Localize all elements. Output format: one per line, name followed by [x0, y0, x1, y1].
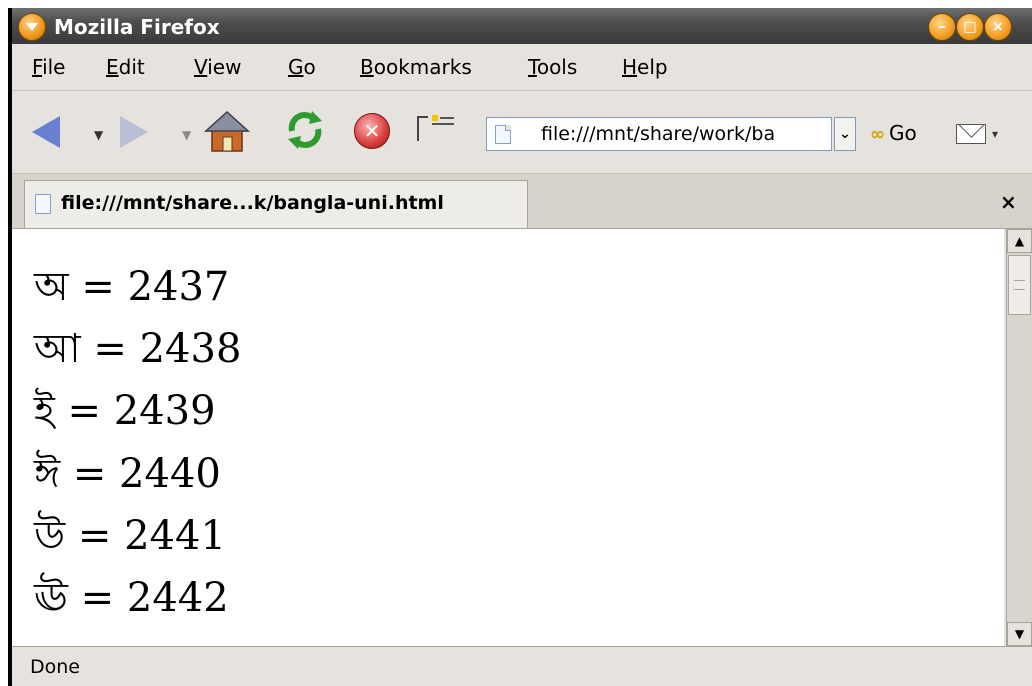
scroll-down-button[interactable]: ▼: [1007, 622, 1032, 646]
minimize-icon: –: [938, 19, 946, 35]
home-icon[interactable]: [204, 109, 250, 153]
url-history-dropdown[interactable]: ⌄: [834, 117, 856, 151]
menu-go-accesskey: G: [288, 55, 304, 79]
go-button[interactable]: ∞ Go: [870, 121, 917, 149]
content-line: উ = 2441: [34, 513, 226, 559]
close-icon: ×: [992, 19, 1004, 35]
throbber-icon: [417, 115, 454, 141]
menu-help-label: elp: [637, 55, 668, 79]
menu-tools-accesskey: T: [528, 55, 537, 79]
menu-edit-label: dit: [118, 55, 145, 79]
status-bar: Done: [12, 646, 1032, 686]
reload-icon[interactable]: [284, 109, 326, 151]
vertical-scrollbar[interactable]: ▲ ▼: [1006, 229, 1032, 646]
browser-window: Mozilla Firefox – □ × File Edit View Go …: [8, 8, 1032, 686]
menu-tools[interactable]: Tools: [528, 55, 577, 79]
close-window-button[interactable]: ×: [984, 13, 1012, 41]
maximize-button[interactable]: □: [956, 13, 984, 41]
menu-file-label: ile: [42, 55, 66, 79]
content-line: অ = 2437: [34, 264, 230, 310]
tab-current[interactable]: file:///mnt/share...k/bangla-uni.html: [24, 180, 528, 228]
title-bar[interactable]: Mozilla Firefox – □ ×: [12, 8, 1032, 44]
menu-tools-label: ools: [536, 55, 578, 79]
url-input[interactable]: file:///mnt/share/work/ba: [541, 123, 827, 145]
menu-file-accesskey: F: [32, 55, 43, 79]
menu-bar: File Edit View Go Bookmarks Tools Help: [12, 44, 1032, 91]
forward-icon[interactable]: [120, 116, 148, 148]
back-icon[interactable]: [32, 116, 60, 148]
menu-bookmarks[interactable]: Bookmarks: [360, 55, 472, 79]
go-label: Go: [889, 121, 917, 145]
tab-label: file:///mnt/share...k/bangla-uni.html: [61, 192, 444, 214]
menu-view-label: iew: [207, 55, 242, 79]
minimize-button[interactable]: –: [928, 13, 956, 41]
tab-strip: file:///mnt/share...k/bangla-uni.html ×: [12, 174, 1032, 229]
tab-page-icon: [35, 194, 51, 214]
menu-bookmarks-label: ookmarks: [373, 55, 472, 79]
menu-edit-accesskey: E: [106, 55, 119, 79]
content-line: আ = 2438: [34, 326, 242, 372]
mail-dropdown[interactable]: ▾: [992, 127, 998, 141]
back-history-dropdown[interactable]: ▼: [94, 128, 103, 142]
page-icon: [495, 125, 511, 144]
window-frame: Mozilla Firefox – □ × File Edit View Go …: [12, 8, 1032, 686]
menu-bookmarks-accesskey: B: [360, 55, 374, 79]
menu-view-accesskey: V: [194, 55, 208, 79]
content-line: ই = 2439: [34, 388, 216, 434]
go-icon: ∞: [870, 124, 885, 145]
status-text: Done: [30, 656, 80, 678]
close-tab-button[interactable]: ×: [1000, 190, 1017, 214]
window-title: Mozilla Firefox: [54, 15, 220, 39]
mail-icon[interactable]: [956, 124, 986, 144]
menu-edit[interactable]: Edit: [106, 55, 145, 79]
menu-help-accesskey: H: [622, 55, 638, 79]
scroll-up-button[interactable]: ▲: [1007, 229, 1032, 253]
menu-go[interactable]: Go: [288, 55, 316, 79]
page-content: অ = 2437 আ = 2438 ই = 2439 ঈ = 2440 উ = …: [12, 229, 1004, 646]
menu-view[interactable]: View: [194, 55, 241, 79]
content-line: ঊ = 2442: [34, 575, 229, 621]
url-bar[interactable]: file:///mnt/share/work/ba: [486, 117, 832, 151]
menu-file[interactable]: File: [32, 55, 65, 79]
firefox-logo-icon[interactable]: [18, 13, 46, 41]
menu-go-label: o: [303, 55, 316, 79]
stop-icon[interactable]: ✕: [354, 113, 390, 149]
navigation-toolbar: ▼ ▼ ✕ file:///mnt/share/work/ba ⌄ ∞ Go ▾: [12, 91, 1032, 174]
menu-help[interactable]: Help: [622, 55, 668, 79]
scroll-thumb[interactable]: [1008, 255, 1031, 315]
forward-history-dropdown[interactable]: ▼: [182, 128, 191, 142]
content-line: ঈ = 2440: [34, 451, 221, 497]
maximize-icon: □: [963, 19, 977, 35]
